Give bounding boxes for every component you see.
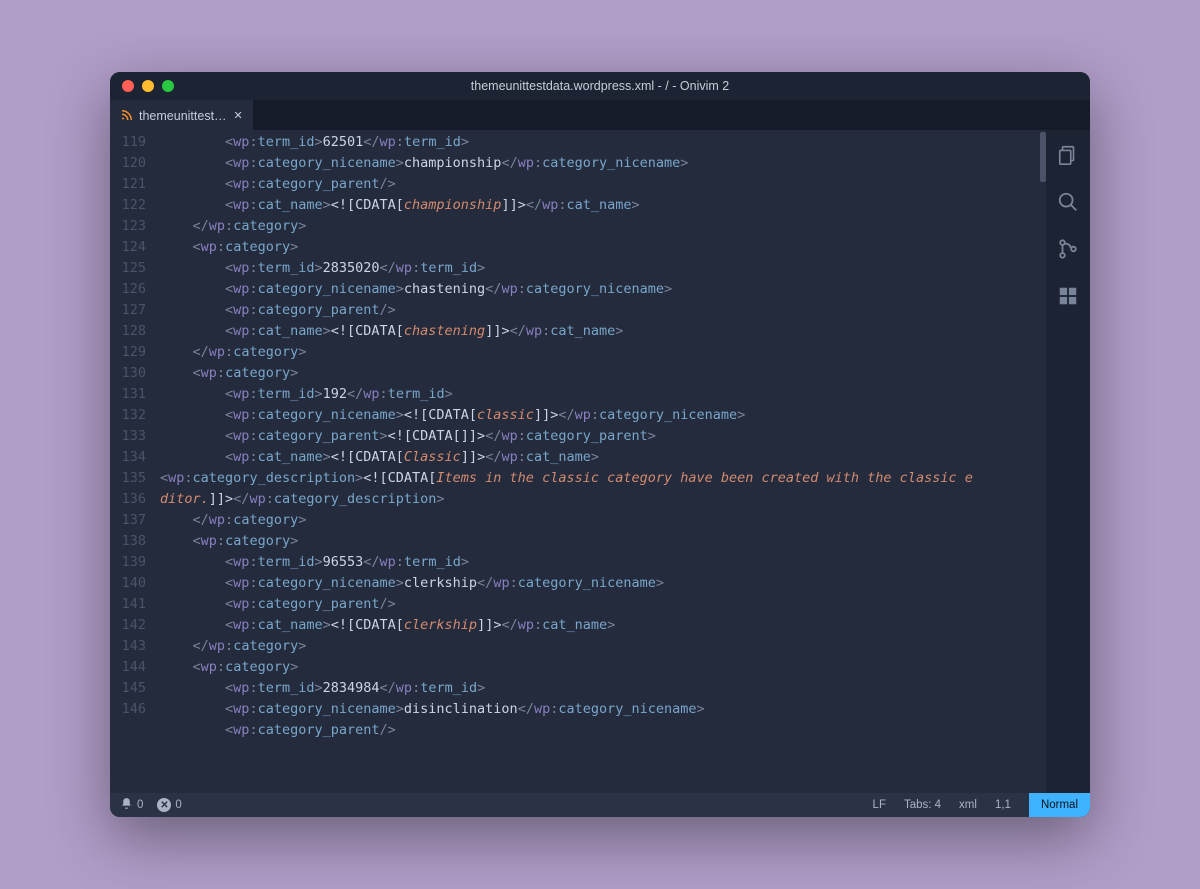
cursor-position-status[interactable]: 1,1 — [995, 799, 1011, 811]
editor-mode[interactable]: Normal — [1029, 793, 1090, 817]
activity-bar — [1046, 130, 1090, 793]
traffic-lights — [110, 80, 174, 92]
editor-tab[interactable]: themeunittest… ✕ — [110, 100, 253, 130]
scrollbar[interactable] — [1040, 130, 1046, 793]
window-title: themeunittestdata.wordpress.xml - / - On… — [471, 79, 729, 93]
editor-area[interactable]: 1191201211221231241251261271281291301311… — [110, 130, 1046, 793]
indent-status[interactable]: Tabs: 4 — [904, 799, 941, 811]
bell-icon — [120, 797, 133, 813]
line-ending-status[interactable]: LF — [873, 799, 886, 811]
line-number-gutter: 1191201211221231241251261271281291301311… — [110, 130, 154, 793]
rss-icon — [120, 108, 132, 123]
error-icon: ✕ — [157, 798, 171, 812]
notifications-status[interactable]: 0 — [120, 797, 143, 813]
minimize-window-button[interactable] — [142, 80, 154, 92]
errors-count: 0 — [175, 799, 181, 811]
statusbar: 0 ✕ 0 LF Tabs: 4 xml 1,1 Normal — [110, 793, 1090, 817]
code-content[interactable]: <wp:term_id>62501</wp:term_id> <wp:categ… — [154, 130, 1040, 793]
extensions-icon[interactable] — [1057, 285, 1079, 312]
files-icon[interactable] — [1057, 144, 1079, 171]
maximize-window-button[interactable] — [162, 80, 174, 92]
notifications-count: 0 — [137, 799, 143, 811]
titlebar: themeunittestdata.wordpress.xml - / - On… — [110, 72, 1090, 100]
close-window-button[interactable] — [122, 80, 134, 92]
close-tab-icon[interactable]: ✕ — [234, 109, 243, 122]
search-icon[interactable] — [1057, 191, 1079, 218]
editor-body: 1191201211221231241251261271281291301311… — [110, 130, 1090, 793]
tab-bar: themeunittest… ✕ — [110, 100, 1090, 130]
app-window: themeunittestdata.wordpress.xml - / - On… — [110, 72, 1090, 817]
source-control-icon[interactable] — [1057, 238, 1079, 265]
errors-status[interactable]: ✕ 0 — [157, 798, 181, 812]
scrollbar-thumb[interactable] — [1040, 132, 1046, 182]
tab-label: themeunittest… — [139, 109, 227, 123]
language-status[interactable]: xml — [959, 799, 977, 811]
